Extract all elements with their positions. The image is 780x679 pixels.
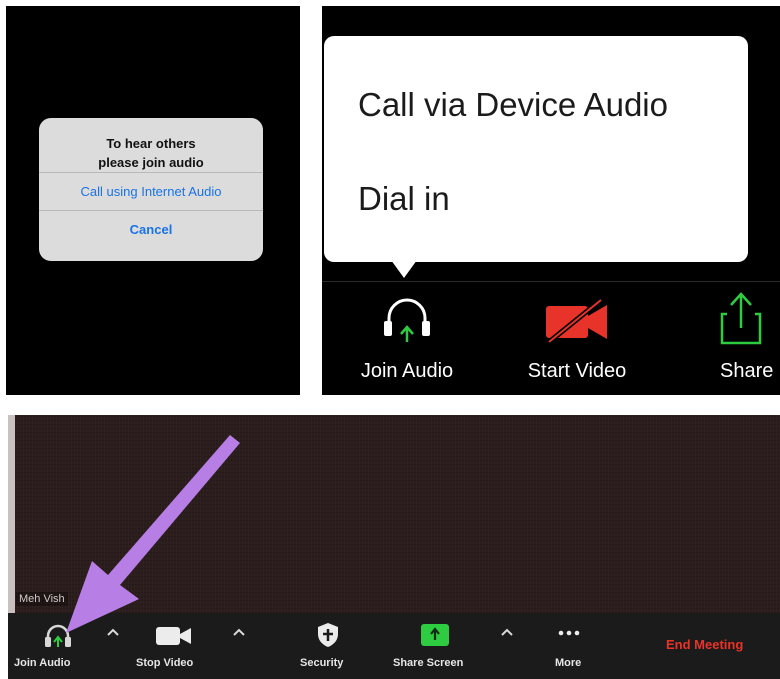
popup-pointer <box>391 260 417 278</box>
join-audio-button[interactable]: Join Audio <box>342 282 472 395</box>
share-icon <box>720 292 762 345</box>
video-off-icon <box>546 298 607 344</box>
join-audio-alert: To hear others please join audio Call us… <box>39 118 263 261</box>
alert-title-line2: please join audio <box>98 155 204 170</box>
audio-options-popup: Call via Device Audio Dial in <box>324 36 748 262</box>
desktop-meeting-window: Meh Vish Join Audio Stop Video Security … <box>8 415 780 679</box>
android-meeting-toolbar: Join Audio Start Video Share <box>322 281 780 395</box>
ios-screen: To hear others please join audio Call us… <box>6 6 300 395</box>
share-label: Share <box>720 360 774 382</box>
start-video-button[interactable]: Start Video <box>512 282 642 395</box>
join-audio-label: Join Audio <box>360 360 454 382</box>
annotation-arrow-icon <box>66 435 240 633</box>
call-internet-audio-button[interactable]: Call using Internet Audio <box>39 172 263 210</box>
cancel-button[interactable]: Cancel <box>39 210 263 248</box>
alert-title-line1: To hear others <box>106 136 196 151</box>
start-video-label: Start Video <box>527 360 627 382</box>
dial-in-option[interactable]: Dial in <box>358 180 450 218</box>
call-device-audio-option[interactable]: Call via Device Audio <box>358 86 668 124</box>
alert-title: To hear others please join audio <box>39 118 263 172</box>
headphones-icon <box>384 298 430 342</box>
android-screen: Call via Device Audio Dial in Join Audio… <box>322 6 780 395</box>
share-button[interactable]: Share <box>696 282 780 395</box>
